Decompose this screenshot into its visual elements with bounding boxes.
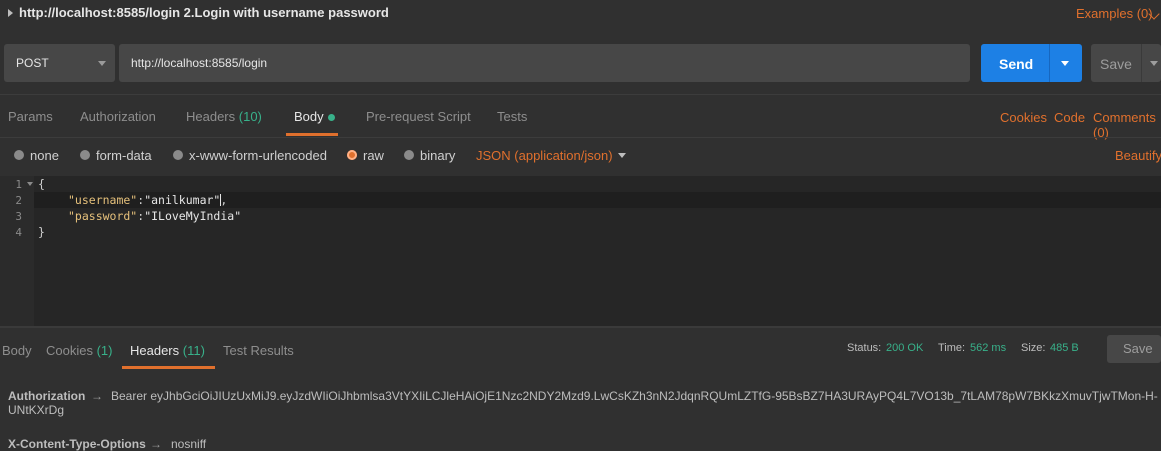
url-value[interactable]: http://localhost:8585/login: [131, 56, 267, 70]
caret-down-icon[interactable]: [98, 61, 106, 66]
method-value: POST: [16, 56, 49, 70]
json-comma: ,: [220, 193, 228, 207]
tab-tests[interactable]: Tests: [497, 109, 527, 124]
pane-resizer[interactable]: [0, 326, 1161, 328]
tab-prerequest-script[interactable]: Pre-request Script: [366, 109, 471, 124]
save-response-label[interactable]: Save: [1123, 341, 1153, 356]
caret-down-icon[interactable]: [1061, 61, 1069, 66]
divider: [1141, 44, 1142, 82]
active-tab-indicator: [122, 366, 215, 369]
size-value: 485 B: [1050, 342, 1079, 354]
size-label: Size:: [1021, 342, 1046, 354]
tab-params[interactable]: Params: [8, 109, 53, 124]
tab-body[interactable]: Body: [294, 109, 324, 124]
divider: [0, 137, 1161, 138]
response-tab-cookies-label: Cookies: [46, 343, 93, 358]
json-string: "anilkumar": [144, 193, 221, 207]
examples-dropdown[interactable]: Examples (0): [1076, 6, 1153, 21]
tab-headers[interactable]: Headers (10): [186, 109, 262, 124]
line-number: 4: [15, 226, 22, 239]
expand-caret-icon[interactable]: [8, 9, 13, 17]
content-type-dropdown[interactable]: JSON (application/json): [476, 148, 613, 163]
radio-form-data-label[interactable]: form-data: [96, 148, 152, 163]
radio-none-label[interactable]: none: [30, 148, 59, 163]
fold-caret-icon[interactable]: [27, 182, 33, 186]
request-title[interactable]: http://localhost:8585/login 2.Login with…: [19, 5, 389, 20]
line-number: 1: [15, 178, 22, 191]
beautify-link[interactable]: Beautify: [1115, 148, 1161, 163]
response-tab-headers[interactable]: Headers (11): [130, 343, 205, 358]
status-value: 200 OK: [886, 342, 924, 354]
radio-none[interactable]: [14, 150, 24, 160]
caret-down-icon[interactable]: [618, 153, 626, 158]
radio-binary[interactable]: [404, 150, 414, 160]
comments-link[interactable]: Comments (0): [1093, 110, 1161, 140]
radio-raw[interactable]: [347, 150, 357, 160]
header-key-x-content-type-options: X-Content-Type-Options: [8, 437, 146, 451]
response-tab-body[interactable]: Body: [2, 343, 32, 358]
arrow-right-icon: →: [91, 389, 103, 403]
header-value-authorization: Bearer eyJhbGciOiJIUzUxMiJ9.eyJzdWIiOiJh…: [8, 389, 1158, 417]
header-key-authorization: Authorization: [8, 389, 86, 403]
response-tab-cookies[interactable]: Cookies (1): [46, 343, 112, 358]
code-line-2[interactable]: "username":"anilkumar",: [68, 193, 227, 207]
send-button-label[interactable]: Send: [999, 56, 1033, 72]
cookies-link[interactable]: Cookies: [1000, 110, 1047, 125]
response-tab-headers-label: Headers: [130, 343, 180, 358]
arrow-right-icon: →: [150, 437, 162, 451]
code-line-4[interactable]: }: [38, 225, 45, 239]
response-tab-headers-count: (11): [182, 343, 205, 358]
code-link[interactable]: Code: [1054, 110, 1085, 125]
radio-raw-label[interactable]: raw: [363, 148, 384, 163]
text-cursor: [220, 194, 221, 206]
response-tab-cookies-count: (1): [96, 343, 113, 358]
body-indicator-dot-icon: [328, 114, 335, 121]
tab-headers-count: (10): [238, 109, 262, 124]
line-number: 2: [15, 194, 22, 207]
json-string: "ILoveMyIndia": [144, 209, 242, 223]
radio-form-data[interactable]: [80, 150, 90, 160]
line-number: 3: [15, 210, 22, 223]
json-key: "username": [68, 193, 138, 207]
radio-binary-label[interactable]: binary: [420, 148, 455, 163]
radio-urlencoded[interactable]: [173, 150, 183, 160]
code-line-1[interactable]: {: [38, 177, 45, 191]
time-label: Time:: [938, 342, 966, 354]
divider: [0, 94, 1161, 95]
response-tab-test-results[interactable]: Test Results: [223, 343, 294, 358]
radio-urlencoded-label[interactable]: x-www-form-urlencoded: [189, 148, 327, 163]
save-button-label[interactable]: Save: [1100, 56, 1132, 72]
caret-down-icon[interactable]: [1150, 61, 1158, 66]
status-label: Status:: [847, 342, 882, 354]
time-value: 562 ms: [970, 342, 1007, 354]
tab-authorization[interactable]: Authorization: [80, 109, 156, 124]
active-tab-indicator: [286, 133, 338, 136]
header-value-x-content-type-options: nosniff: [171, 437, 207, 451]
tab-headers-label: Headers: [186, 109, 236, 124]
code-line-3[interactable]: "password":"ILoveMyIndia": [68, 209, 241, 223]
json-key: "password": [68, 209, 138, 223]
